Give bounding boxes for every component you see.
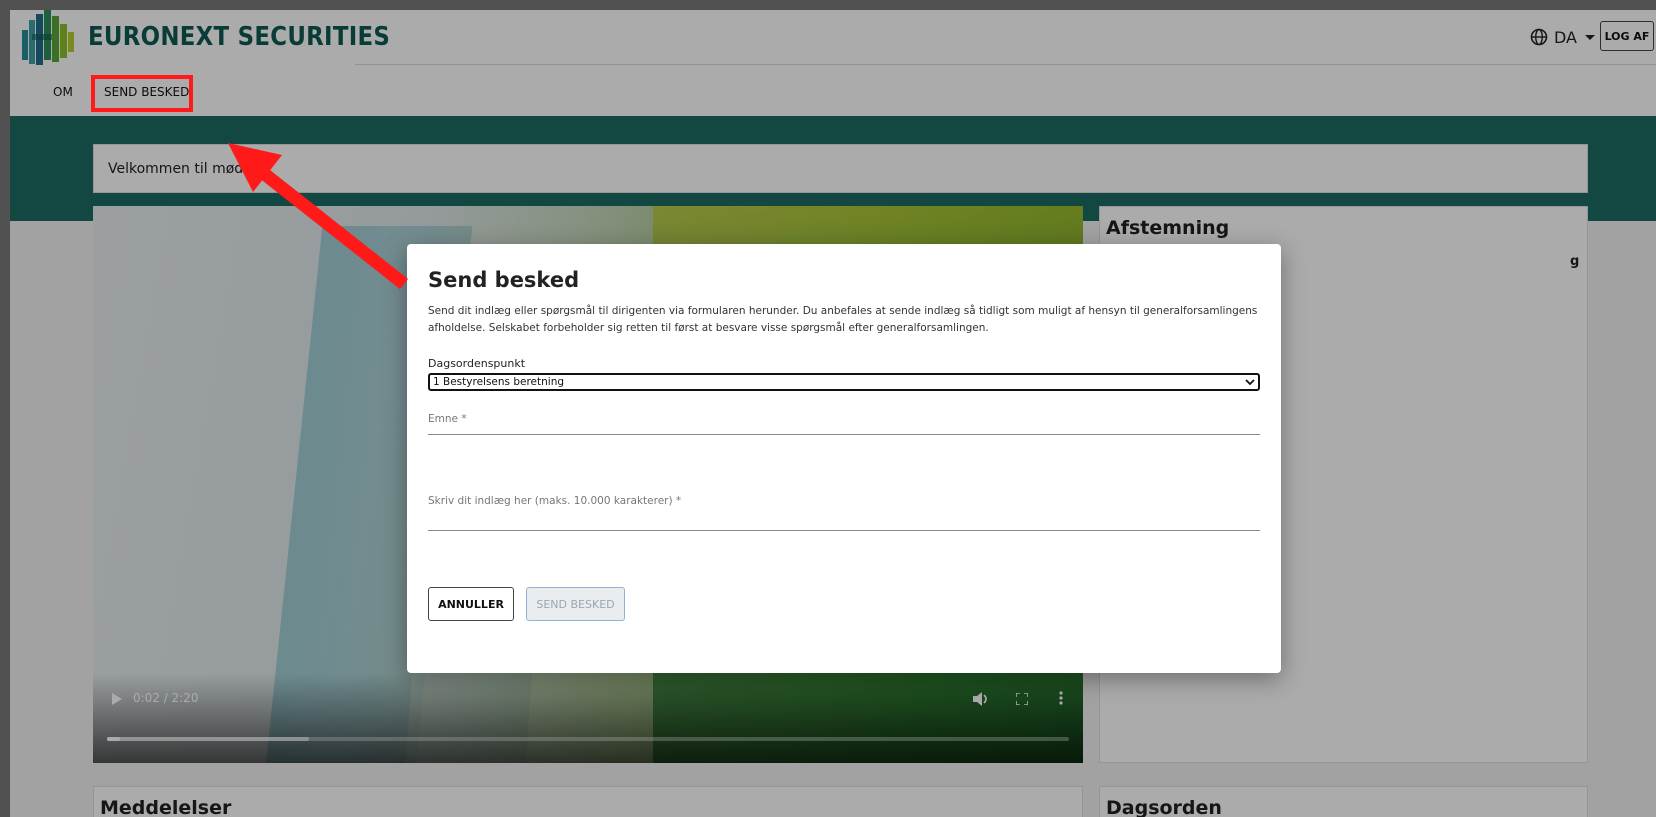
subject-input[interactable]: Emne * [428, 413, 1260, 435]
agenda-item-select[interactable]: 1 Bestyrelsens beretning [428, 373, 1260, 391]
agenda-item-selected: 1 Bestyrelsens beretning [433, 376, 565, 388]
annotation-highlight-box [91, 75, 193, 112]
chevron-down-icon [1245, 379, 1255, 386]
send-message-dialog: Send besked Send dit indlæg eller spørgs… [407, 244, 1281, 673]
cancel-button[interactable]: ANNULLER [428, 587, 514, 621]
message-placeholder: Skriv dit indlæg her (maks. 10.000 karak… [428, 495, 682, 507]
message-textarea[interactable]: Skriv dit indlæg her (maks. 10.000 karak… [428, 495, 1260, 531]
dialog-description: Send dit indlæg eller spørgsmål til diri… [428, 305, 1258, 334]
subject-placeholder: Emne * [428, 413, 467, 425]
dialog-title: Send besked [428, 268, 580, 292]
send-message-button[interactable]: SEND BESKED [526, 587, 625, 621]
agenda-item-label: Dagsordenspunkt [428, 357, 526, 370]
